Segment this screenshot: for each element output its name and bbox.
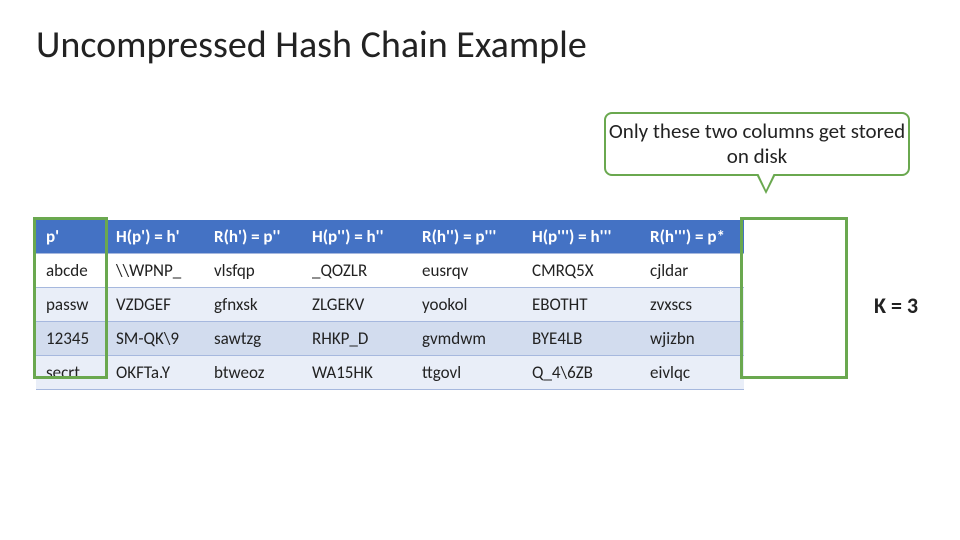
cell: abcde xyxy=(36,254,106,288)
hash-chain-table-wrap: p' H(p') = h' R(h') = p'' H(p'') = h'' R… xyxy=(36,220,744,390)
hash-chain-table: p' H(p') = h' R(h') = p'' H(p'') = h'' R… xyxy=(36,220,744,390)
col-header-rh: R(h') = p'' xyxy=(204,220,302,254)
cell: passw xyxy=(36,288,106,322)
col-header-p: p' xyxy=(36,220,106,254)
cell: yookol xyxy=(412,288,522,322)
table-row: abcde \\WPNP_ vlsfqp _QOZLR eusrqv CMRQ5… xyxy=(36,254,744,288)
cell: SM-QK\9 xyxy=(106,322,204,356)
cell: wjizbn xyxy=(640,322,744,356)
cell: EBOTHT xyxy=(522,288,640,322)
col-header-rh3: R(h''') = p* xyxy=(640,220,744,254)
slide-title: Uncompressed Hash Chain Example xyxy=(36,22,587,68)
highlight-last-column xyxy=(740,217,848,379)
table-row: 12345 SM-QK\9 sawtzg RHKP_D gvmdwm BYE4L… xyxy=(36,322,744,356)
col-header-rh2: R(h'') = p''' xyxy=(412,220,522,254)
cell: WA15HK xyxy=(302,356,412,390)
cell: _QOZLR xyxy=(302,254,412,288)
callout-box: Only these two columns get stored on dis… xyxy=(604,112,910,176)
col-header-hp: H(p') = h' xyxy=(106,220,204,254)
table-header-row: p' H(p') = h' R(h') = p'' H(p'') = h'' R… xyxy=(36,220,744,254)
cell: CMRQ5X xyxy=(522,254,640,288)
table-row: secrt OKFTa.Y btweoz WA15HK ttgovl Q_4\6… xyxy=(36,356,744,390)
table-row: passw VZDGEF gfnxsk ZLGEKV yookol EBOTHT… xyxy=(36,288,744,322)
cell: secrt xyxy=(36,356,106,390)
cell: 12345 xyxy=(36,322,106,356)
cell: ZLGEKV xyxy=(302,288,412,322)
col-header-hp2: H(p'') = h'' xyxy=(302,220,412,254)
cell: zvxscs xyxy=(640,288,744,322)
cell: \\WPNP_ xyxy=(106,254,204,288)
cell: ttgovl xyxy=(412,356,522,390)
cell: RHKP_D xyxy=(302,322,412,356)
callout-tail-fill xyxy=(758,173,774,190)
cell: sawtzg xyxy=(204,322,302,356)
table-body: abcde \\WPNP_ vlsfqp _QOZLR eusrqv CMRQ5… xyxy=(36,254,744,390)
cell: cjldar xyxy=(640,254,744,288)
cell: VZDGEF xyxy=(106,288,204,322)
k-value-label: K = 3 xyxy=(874,292,918,319)
cell: gfnxsk xyxy=(204,288,302,322)
cell: BYE4LB xyxy=(522,322,640,356)
cell: gvmdwm xyxy=(412,322,522,356)
callout-text: Only these two columns get stored on dis… xyxy=(606,119,908,169)
cell: eusrqv xyxy=(412,254,522,288)
cell: eivlqc xyxy=(640,356,744,390)
cell: Q_4\6ZB xyxy=(522,356,640,390)
cell: btweoz xyxy=(204,356,302,390)
cell: OKFTa.Y xyxy=(106,356,204,390)
col-header-hp3: H(p''') = h''' xyxy=(522,220,640,254)
cell: vlsfqp xyxy=(204,254,302,288)
